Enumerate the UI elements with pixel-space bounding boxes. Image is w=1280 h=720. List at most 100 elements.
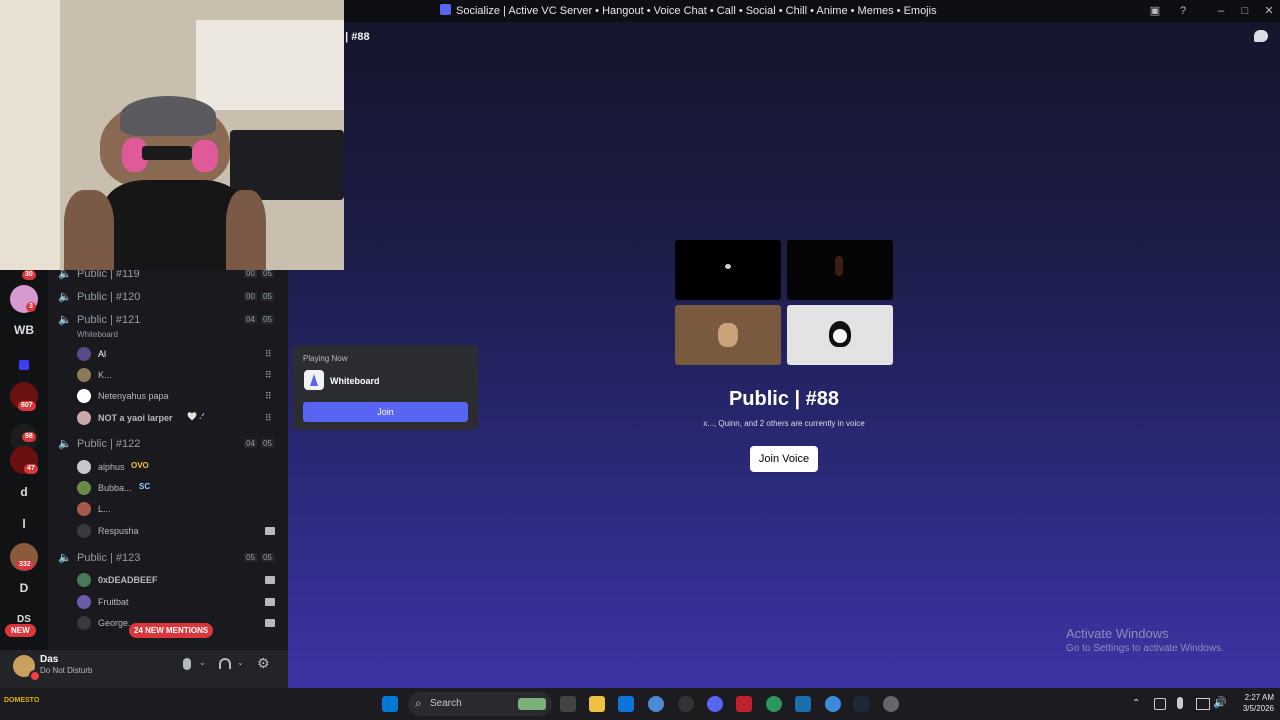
volume-icon[interactable]: 🔊 <box>1213 696 1227 709</box>
participant-tile[interactable] <box>675 240 781 300</box>
participant-tile[interactable] <box>787 240 893 300</box>
join-voice-button[interactable]: Join Voice <box>750 446 818 472</box>
avatar <box>77 411 91 425</box>
speaker-icon: 🔈 <box>58 291 72 303</box>
new-mentions-badge[interactable]: 24 NEW MENTIONS <box>129 623 214 638</box>
speaker-icon: 🔈 <box>58 438 72 450</box>
voice-member[interactable]: Respusha <box>77 522 277 540</box>
avatar <box>77 616 91 630</box>
maximize-button[interactable]: □ <box>1236 3 1254 19</box>
minimize-button[interactable]: – <box>1212 3 1230 19</box>
channel-list: 🔈 Public | #119 00 05 🔈 Public | #120 00 0… <box>48 270 288 650</box>
chrome-icon[interactable] <box>648 696 664 712</box>
avatar <box>77 573 91 587</box>
channel-activity: Whiteboard <box>77 330 118 339</box>
headphones-icon[interactable] <box>219 658 231 669</box>
speaker-icon: 🔈 <box>58 314 72 326</box>
taskbar-search[interactable]: ⌕ Search <box>408 692 552 716</box>
activity-icon: ⠿ <box>265 349 272 359</box>
participant-tile[interactable] <box>675 305 781 365</box>
server-icon[interactable]: D <box>10 574 38 602</box>
voice-channel[interactable]: 🔈 Public | #121 04 05 <box>58 312 280 330</box>
activity-icon: ⠿ <box>265 413 272 423</box>
server-icon[interactable]: WB <box>10 316 38 344</box>
voice-channel-name: Public | #88 <box>728 388 840 410</box>
inbox-icon[interactable]: ▣ <box>1146 3 1164 19</box>
avatar <box>77 524 91 538</box>
avatar <box>77 481 91 495</box>
settings-gear-icon[interactable]: ⚙ <box>257 655 270 672</box>
avatar <box>77 502 91 516</box>
store-icon[interactable] <box>618 696 634 712</box>
obs-icon[interactable] <box>678 696 694 712</box>
chevron-down-icon[interactable]: ⌄ <box>199 658 206 667</box>
voice-member[interactable]: K... ⠿ <box>77 366 277 384</box>
camera-icon <box>265 598 275 606</box>
voice-channel[interactable]: 🔈 Public | #120 00 05 <box>58 289 280 307</box>
activate-windows-watermark: Activate Windows Go to Settings to activ… <box>1066 626 1224 654</box>
file-explorer-icon[interactable] <box>589 696 605 712</box>
acrobat-icon[interactable] <box>736 696 752 712</box>
chevron-up-icon[interactable]: ⌃ <box>1132 698 1140 709</box>
voice-member[interactable]: Bubba... SC <box>77 479 277 497</box>
unread-badge: 332 <box>16 560 34 570</box>
avatar <box>77 460 91 474</box>
unread-badge: 30 <box>22 270 36 280</box>
avatar <box>77 368 91 382</box>
activity-popup: Playing Now Whiteboard Join <box>293 345 478 430</box>
avatar <box>77 389 91 403</box>
discord-icon <box>440 4 451 15</box>
user-status: Do Not Disturb <box>40 666 93 675</box>
voice-channel[interactable]: 🔈 Public | #119 00 05 <box>58 270 280 284</box>
voice-channel[interactable]: 🔈 Public | #123 05 05 <box>58 550 280 568</box>
server-icon[interactable] <box>10 352 38 380</box>
chat-icon[interactable] <box>1254 30 1268 42</box>
whiteboard-app-icon <box>304 370 324 390</box>
avatar <box>77 347 91 361</box>
voice-member[interactable]: Fruitbat <box>77 593 277 611</box>
unread-badge: 98 <box>22 432 36 442</box>
system-clock[interactable]: 2:27 AM 3/5/2026 <box>1232 692 1274 714</box>
voice-member[interactable]: NOT a yaoi larper 🤍 .ᐟ ⠿ <box>77 409 277 427</box>
activity-icon: ⠿ <box>265 370 272 380</box>
discord-icon[interactable] <box>707 696 723 712</box>
steam-icon[interactable] <box>853 696 869 712</box>
participant-tile[interactable] <box>787 305 893 365</box>
chrome-canary-icon[interactable] <box>766 696 782 712</box>
microphone-icon[interactable] <box>183 658 191 670</box>
voice-member[interactable]: alphus OVO <box>77 458 277 476</box>
unread-badge: 3 <box>26 302 36 312</box>
voice-channel[interactable]: 🔈 Public | #122 04 05 <box>58 436 280 454</box>
speaker-icon: 🔈 <box>58 552 72 564</box>
username: Das <box>40 654 59 665</box>
settings-icon[interactable] <box>883 696 899 712</box>
voice-member[interactable]: Netenyahus papa ⠿ <box>77 387 277 405</box>
start-icon[interactable] <box>382 696 398 712</box>
close-button[interactable]: ✕ <box>1260 3 1278 19</box>
windows-taskbar: DOMESTO ⌕ Search ⌃ 🔊 2:27 AM 3/5/2026 <box>0 688 1280 720</box>
server-icon[interactable]: d <box>10 478 38 506</box>
new-badge[interactable]: NEW <box>5 624 36 637</box>
chevron-down-icon[interactable]: ⌄ <box>237 658 244 667</box>
voice-member[interactable]: L... <box>77 500 277 518</box>
network-icon[interactable] <box>1154 698 1166 710</box>
display-icon[interactable] <box>1196 698 1210 710</box>
camera-icon <box>265 527 275 535</box>
taskbar-widget-label[interactable]: DOMESTO <box>4 697 39 704</box>
unread-badge: 47 <box>24 464 38 474</box>
app-icon[interactable] <box>795 696 811 712</box>
voice-member[interactable]: Al ⠿ <box>77 345 277 363</box>
search-icon: ⌕ <box>415 696 422 710</box>
unread-badge: 807 <box>18 401 36 411</box>
join-activity-button[interactable]: Join <box>303 402 468 422</box>
help-icon[interactable]: ? <box>1174 3 1192 19</box>
camera-icon <box>265 619 275 627</box>
browser-icon[interactable] <box>825 696 841 712</box>
avatar <box>77 595 91 609</box>
activity-icon: ⠿ <box>265 391 272 401</box>
server-icon[interactable]: l <box>10 510 38 538</box>
microphone-tray-icon[interactable] <box>1177 697 1183 709</box>
task-view-icon[interactable] <box>560 696 576 712</box>
voice-member[interactable]: 0xDEADBEEF <box>77 571 277 589</box>
voice-participants-text: x..., Quinn, and 2 others are currently … <box>703 419 865 428</box>
